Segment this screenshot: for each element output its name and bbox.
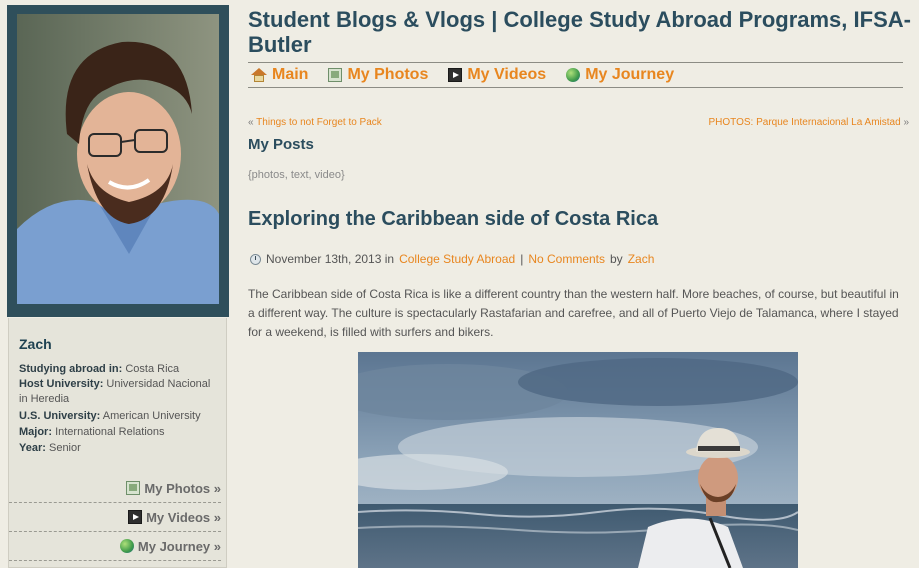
post-excerpt: The Caribbean side of Costa Rica is like… (248, 287, 899, 339)
info-value: International Relations (55, 426, 165, 438)
post-category-link[interactable]: College Study Abroad (399, 252, 515, 266)
sidebar-link-label: My Photos » (144, 480, 221, 496)
home-icon (251, 68, 267, 82)
profile-name: Zach (19, 336, 52, 352)
info-value: American University (102, 410, 201, 422)
profile-info: Studying abroad in: Costa Rica Host Univ… (19, 361, 219, 456)
sidebar-link-label: My Videos » (146, 509, 221, 525)
nav-my-photos[interactable]: My Photos (328, 66, 428, 84)
site-title[interactable]: Student Blogs & Vlogs | College Study Ab… (248, 7, 913, 57)
globe-icon (566, 68, 581, 82)
info-label: Major: (19, 426, 52, 438)
next-post: PHOTOS: Parque Internacional La Amistad … (709, 117, 909, 128)
post-by: by (610, 252, 623, 266)
main-nav: Main My Photos My Videos My Journey (248, 62, 903, 88)
prev-post-link[interactable]: Things to not Forget to Pack (256, 117, 382, 128)
meta-separator: | (520, 252, 524, 266)
nav-main[interactable]: Main (251, 66, 308, 84)
info-value: Senior (48, 442, 81, 454)
post-date: November 13th, 2013 in (266, 252, 395, 266)
post-navigation: « Things to not Forget to Pack PHOTOS: P… (248, 117, 909, 128)
info-row-host: Host University: Universidad Nacional in… (19, 377, 219, 407)
section-tagline: {photos, text, video} (248, 169, 345, 181)
post-author-link[interactable]: Zach (628, 252, 655, 266)
sidebar-link-photos[interactable]: My Photos » (9, 474, 221, 503)
videos-icon (128, 510, 143, 524)
info-row-us-university: U.S. University: American University (19, 408, 219, 424)
sidebar-links: My Photos » My Videos » My Journey » (9, 474, 221, 561)
clock-icon (250, 253, 261, 265)
profile-photo-frame (7, 5, 229, 317)
globe-icon (119, 539, 134, 553)
info-value: Costa Rica (125, 363, 180, 375)
info-row-year: Year: Senior (19, 440, 219, 456)
profile-card: Zach Studying abroad in: Costa Rica Host… (8, 318, 227, 568)
videos-icon (448, 68, 463, 82)
prev-post: « Things to not Forget to Pack (248, 117, 382, 128)
info-label: Year: (19, 442, 46, 454)
info-label: Studying abroad in: (19, 363, 123, 375)
info-row-country: Studying abroad in: Costa Rica (19, 361, 219, 377)
next-post-link[interactable]: PHOTOS: Parque Internacional La Amistad (709, 117, 901, 128)
next-mark: » (903, 117, 909, 128)
photos-icon (328, 68, 343, 82)
nav-my-journey[interactable]: My Journey (566, 66, 674, 84)
section-heading: My Posts (248, 136, 314, 153)
post-meta: November 13th, 2013 in College Study Abr… (250, 252, 654, 266)
nav-label: My Journey (585, 66, 675, 83)
post-image[interactable] (358, 352, 798, 568)
nav-label: My Videos (467, 66, 547, 83)
info-label: U.S. University: (19, 410, 101, 422)
nav-my-videos[interactable]: My Videos (448, 66, 546, 84)
photos-icon (126, 481, 141, 495)
sidebar-link-journey[interactable]: My Journey » (9, 532, 221, 561)
info-label: Host University: (19, 378, 104, 390)
sidebar-link-videos[interactable]: My Videos » (9, 503, 221, 532)
post-comments-link[interactable]: No Comments (528, 252, 605, 266)
sidebar-link-label: My Journey » (137, 538, 221, 554)
nav-label: My Photos (347, 66, 429, 83)
nav-label: Main (272, 66, 309, 83)
post-title[interactable]: Exploring the Caribbean side of Costa Ri… (248, 208, 658, 231)
info-row-major: Major: International Relations (19, 424, 219, 440)
prev-mark: « (248, 117, 254, 128)
profile-photo (17, 14, 219, 304)
